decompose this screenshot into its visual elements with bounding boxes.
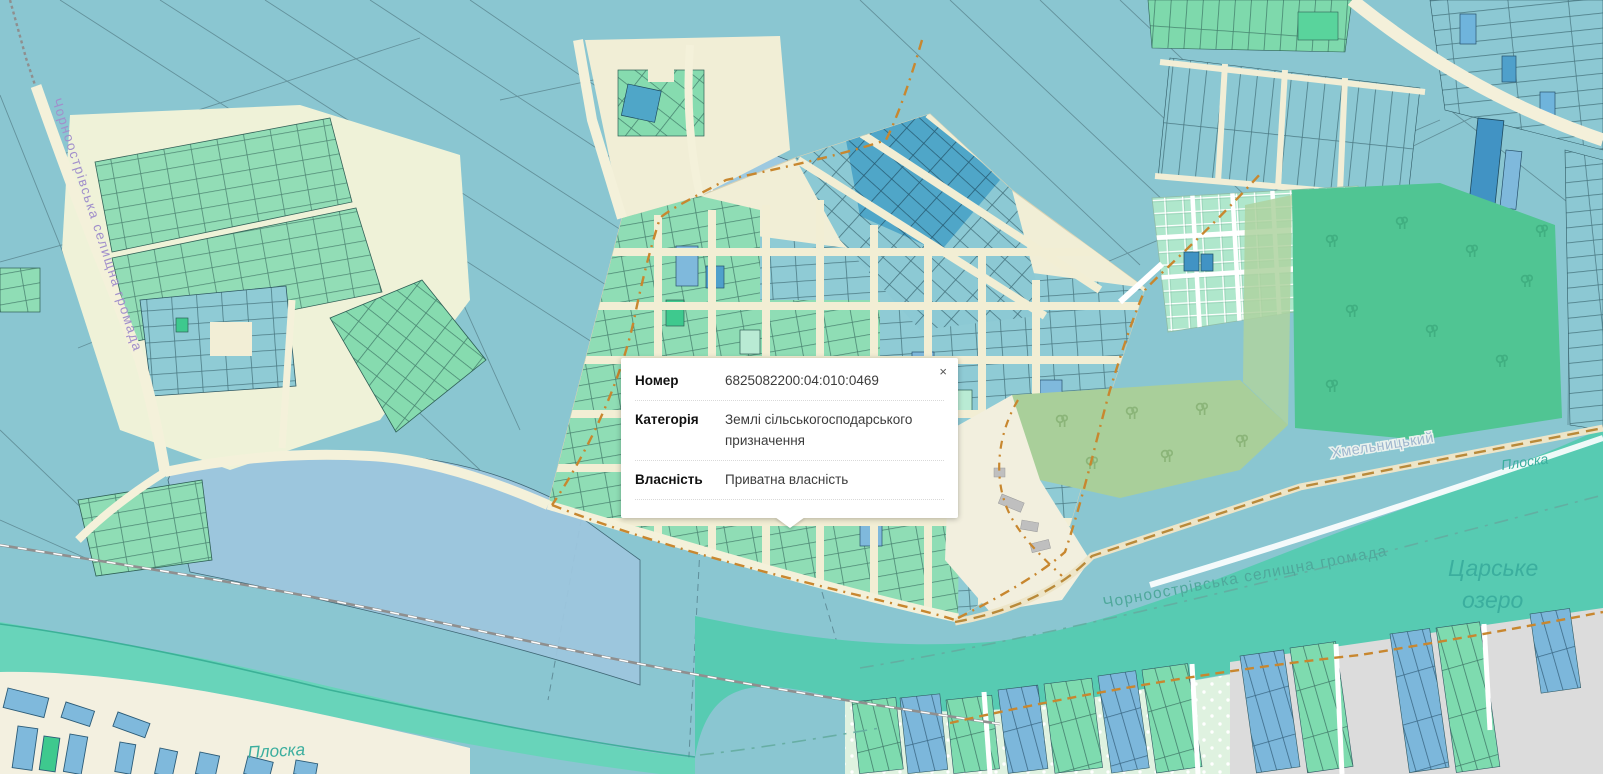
parcel-number-value: 6825082200:04:010:0469 [725,371,944,392]
popup-close-button[interactable]: × [937,363,949,380]
parcel-info-popup: × Номер 6825082200:04:010:0469 Категорія… [621,358,958,518]
popup-row-label: Категорія [635,410,725,452]
popup-tail [775,517,805,528]
lake-label-line2: озеро [1462,587,1524,613]
river-label-left: Плоска [247,740,305,762]
cadastral-map-app: Чорноострівська селищна громада Чорноост… [0,0,1603,774]
popup-row-category: Категорія Землі сільськогосподарського п… [635,401,944,461]
forest [1292,183,1562,440]
popup-row-ownership: Власність Приватна власність [635,461,944,500]
parcel-category-value: Землі сільськогосподарського призначення [725,410,944,452]
parcel-ownership-value: Приватна власність [725,470,944,491]
popup-row-number: Номер 6825082200:04:010:0469 [635,362,944,401]
lake-label-line1: Царське [1448,555,1538,581]
popup-row-label: Власність [635,470,725,491]
popup-row-label: Номер [635,371,725,392]
